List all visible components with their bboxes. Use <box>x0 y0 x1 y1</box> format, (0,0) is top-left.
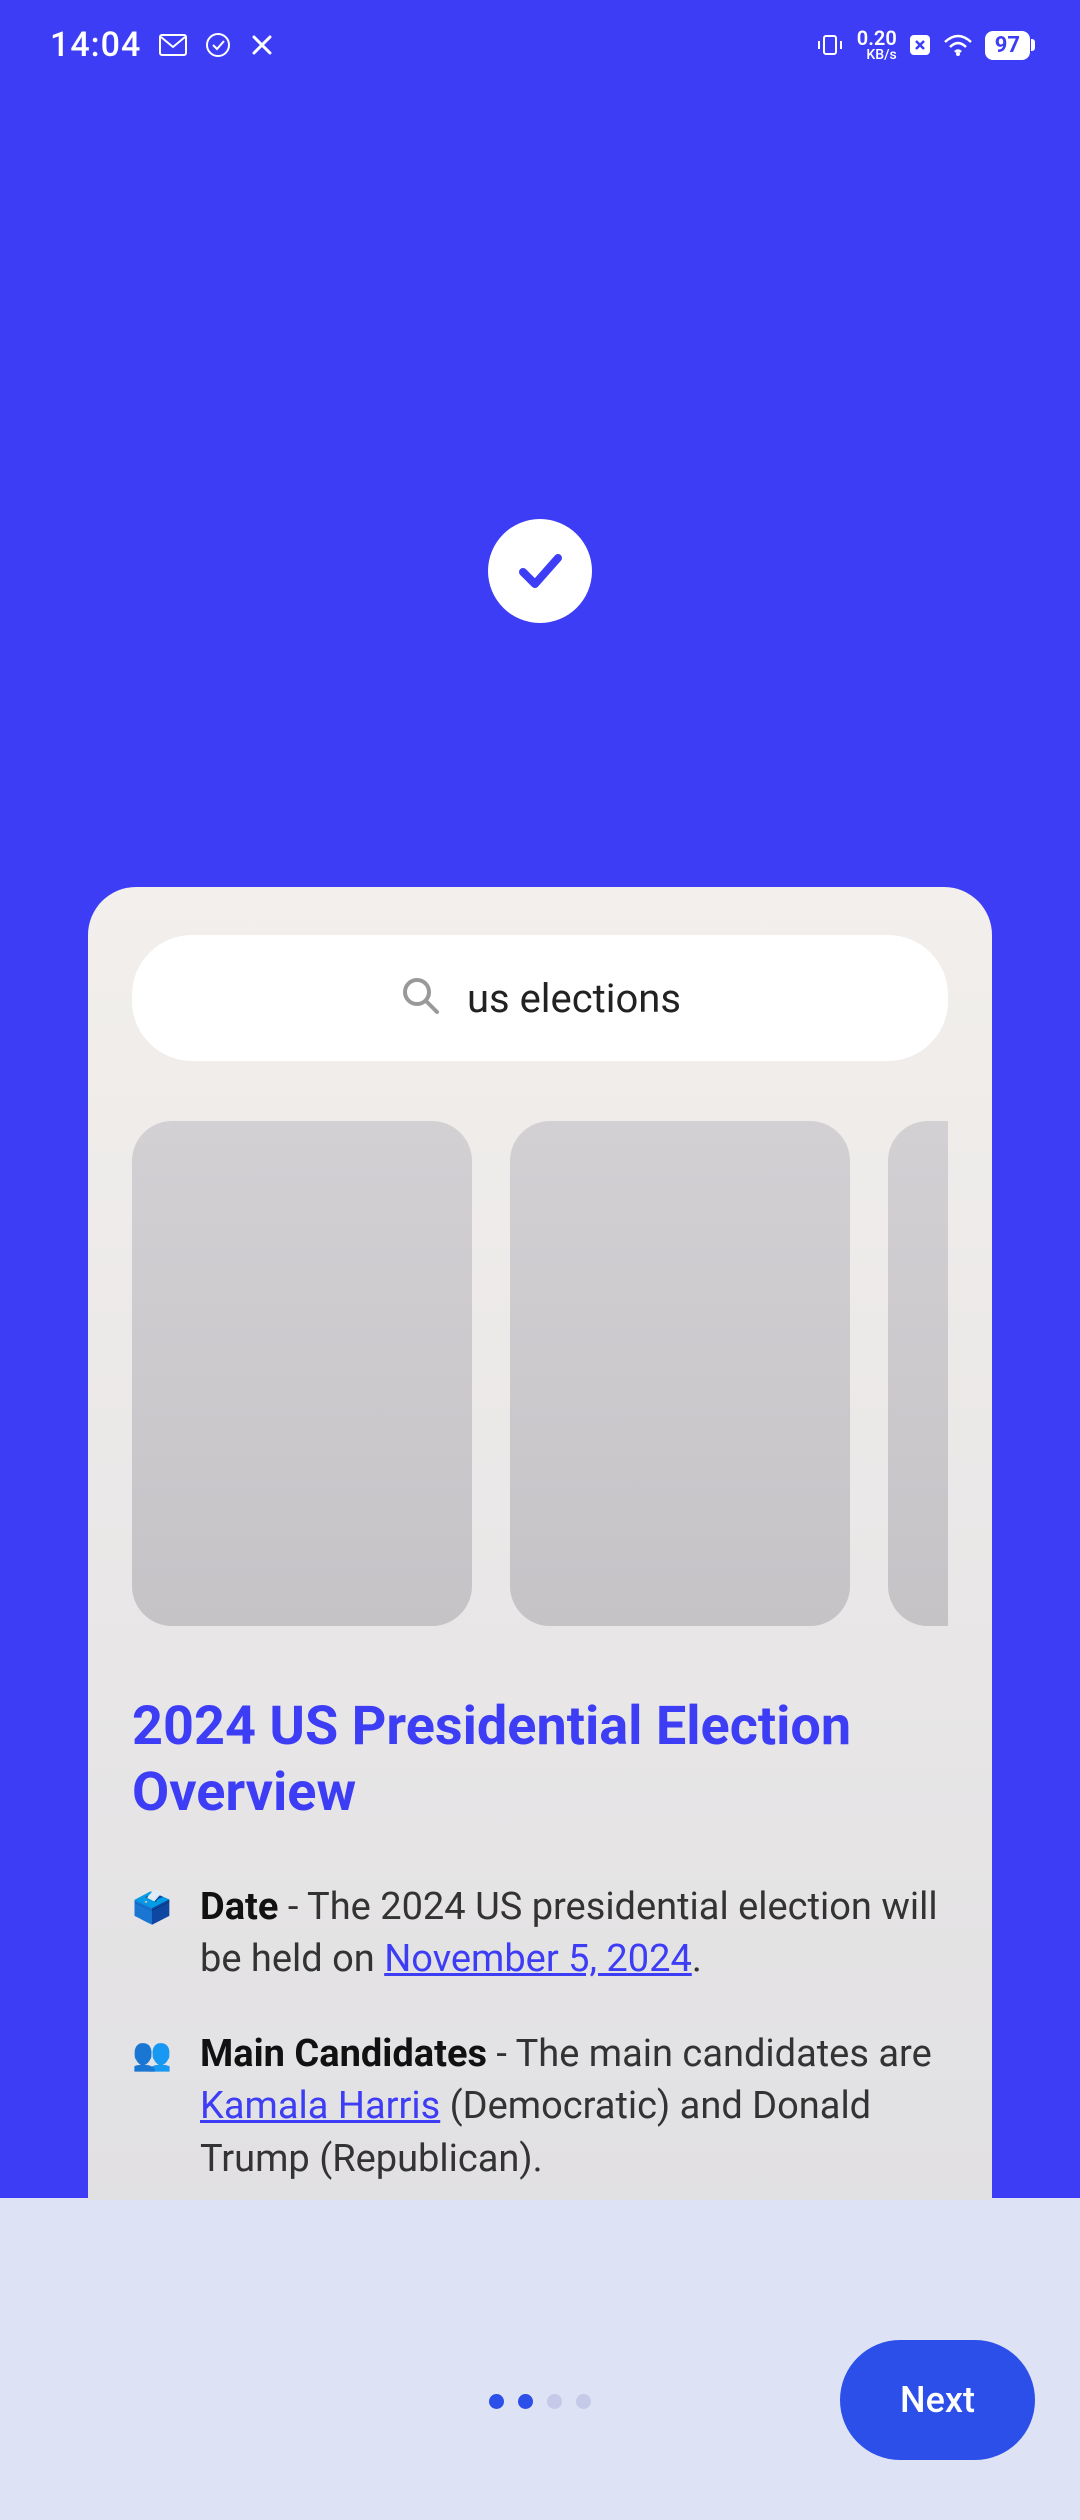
list-item: 🗳️ Date - The 2024 US presidential elect… <box>132 1881 948 1986</box>
bullet-text: Main Candidates - The main candidates ar… <box>200 2028 948 2185</box>
image-placeholder <box>132 1121 472 1626</box>
vibrate-icon <box>815 33 845 57</box>
dot-active[interactable] <box>518 2394 533 2409</box>
image-placeholder <box>510 1121 850 1626</box>
candidate-link[interactable]: Kamala Harris <box>200 2084 440 2128</box>
search-text: us elections <box>467 975 681 1022</box>
date-link[interactable]: November 5, 2024 <box>384 1937 692 1981</box>
dot[interactable] <box>576 2394 591 2409</box>
preview-card: us elections 2024 US Presidential Electi… <box>88 887 992 2287</box>
ballot-box-icon: 🗳️ <box>132 1881 172 1986</box>
status-left: 14:04 <box>50 25 275 65</box>
circle-check-icon <box>205 32 231 58</box>
next-button[interactable]: Next <box>840 2340 1035 2460</box>
image-tiles <box>132 1121 948 1626</box>
battery-level: 97 <box>995 33 1020 58</box>
next-label: Next <box>900 2379 975 2421</box>
close-badge-icon <box>909 34 931 56</box>
dot-active[interactable] <box>489 2394 504 2409</box>
wifi-icon <box>943 33 973 57</box>
bullet-label: Main Candidates <box>200 2032 487 2076</box>
bullet-text: Date - The 2024 US presidential election… <box>200 1881 948 1986</box>
tools-icon <box>249 32 275 58</box>
status-time: 14:04 <box>50 25 141 65</box>
image-placeholder <box>888 1121 948 1626</box>
page-indicator <box>489 2394 591 2409</box>
status-bar: 14:04 0.20 KB/s 97 <box>0 0 1080 90</box>
gmail-icon <box>159 34 187 56</box>
dot[interactable] <box>547 2394 562 2409</box>
bullet-label: Date <box>200 1885 278 1929</box>
network-speed: 0.20 KB/s <box>857 28 897 62</box>
battery-icon: 97 <box>985 31 1030 60</box>
people-icon: 👥 <box>132 2028 172 2185</box>
check-circle-icon <box>488 519 592 623</box>
status-right: 0.20 KB/s 97 <box>815 28 1030 62</box>
search-icon <box>399 974 443 1022</box>
card-title: 2024 US Presidential Election Overview <box>132 1694 948 1826</box>
list-item: 👥 Main Candidates - The main candidates … <box>132 2028 948 2185</box>
search-bar[interactable]: us elections <box>132 935 948 1061</box>
